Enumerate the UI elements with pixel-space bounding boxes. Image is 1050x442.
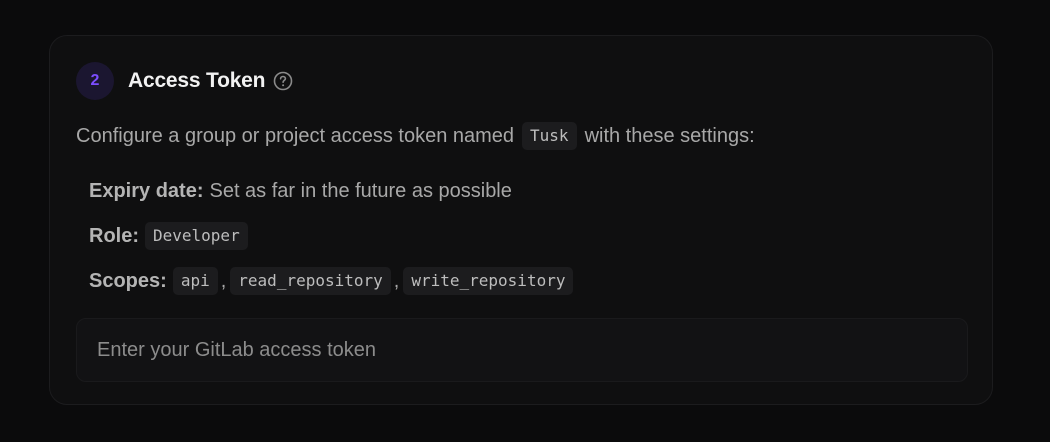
scope-separator: , (393, 269, 400, 292)
setting-expiry: Expiry date: Set as far in the future as… (89, 176, 573, 206)
scope-code: api (172, 267, 218, 295)
setting-role: Role: Developer (89, 221, 573, 251)
role-label: Role: (89, 224, 139, 247)
scopes-label: Scopes: (89, 269, 167, 292)
access-token-input[interactable] (76, 318, 968, 382)
settings-list: Expiry date: Set as far in the future as… (89, 176, 574, 311)
instructions-prefix: Configure a group or project access toke… (76, 124, 515, 147)
step-header: 2 Access Token (76, 62, 293, 100)
instructions-suffix: with these settings: (584, 124, 755, 147)
expiry-value: Set as far in the future as possible (209, 179, 512, 202)
scope-separator: , (220, 269, 227, 292)
instructions-text: Configure a group or project access toke… (76, 122, 755, 150)
setting-scopes: Scopes: api , read_repository , write_re… (89, 266, 574, 296)
access-token-card: 2 Access Token Configure a group or proj… (49, 35, 993, 405)
scope-code: read_repository (230, 267, 391, 295)
expiry-label: Expiry date: (89, 179, 204, 202)
scope-code: write_repository (403, 267, 574, 295)
question-circle-icon[interactable] (273, 71, 293, 91)
role-value-code: Developer (145, 222, 248, 250)
token-name-code: Tusk (522, 122, 577, 150)
step-title: Access Token (128, 69, 266, 92)
step-number-badge: 2 (76, 62, 114, 100)
